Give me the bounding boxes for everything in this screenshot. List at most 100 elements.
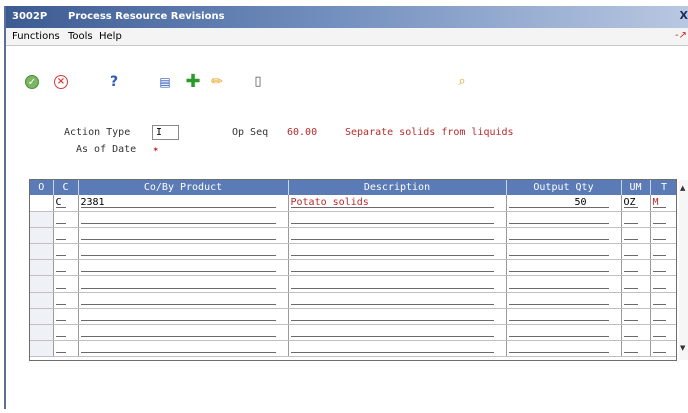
cell-col-um[interactable] <box>621 292 651 309</box>
header-col-c[interactable]: C <box>53 180 79 195</box>
question-icon: ? <box>109 74 119 90</box>
cell-col-product[interactable] <box>78 259 289 277</box>
restore-icon[interactable]: -↗ <box>675 30 687 41</box>
cell-col-c[interactable] <box>53 243 79 261</box>
menu-help[interactable]: Help <box>99 31 122 42</box>
cell-col-c[interactable] <box>53 275 79 293</box>
cell-col-description[interactable] <box>288 308 507 326</box>
as-of-date-label: As of Date <box>76 144 137 155</box>
help-button[interactable]: ? <box>105 73 123 91</box>
cell-col-product[interactable] <box>78 275 289 293</box>
header-col-o[interactable]: O <box>30 180 54 195</box>
cell-col-t[interactable] <box>650 324 676 342</box>
table-row[interactable] <box>30 243 676 261</box>
cell-col-description[interactable] <box>288 275 507 293</box>
add-button[interactable]: ✚ <box>184 73 202 91</box>
cell-col-um[interactable] <box>621 243 651 261</box>
cell-col-um[interactable] <box>621 211 651 228</box>
cell-col-c[interactable] <box>53 308 79 326</box>
cell-col-description[interactable] <box>288 227 507 245</box>
cell-col-um[interactable] <box>621 324 651 342</box>
cell-col-c[interactable] <box>53 259 79 277</box>
cell-col-output-qty[interactable] <box>506 227 622 245</box>
cell-col-c[interactable] <box>53 324 79 342</box>
cell-col-output-qty[interactable] <box>506 340 622 358</box>
cell-col-output-qty[interactable] <box>506 243 622 261</box>
scroll-up-icon[interactable]: ▲ <box>680 184 685 192</box>
cell-col-description[interactable] <box>288 243 507 261</box>
cell-col-um[interactable] <box>621 275 651 293</box>
delete-button[interactable]: ▯ <box>249 73 267 91</box>
cell-col-output-qty[interactable] <box>506 259 622 277</box>
cell-col-c[interactable] <box>53 340 79 358</box>
header-col-description[interactable]: Description <box>288 180 507 195</box>
table-row[interactable]: C 2381 Potato solids 50 OZ M <box>30 195 676 212</box>
cell-col-product[interactable] <box>78 227 289 245</box>
cell-col-c[interactable]: C <box>53 195 79 212</box>
cell-col-description[interactable] <box>288 292 507 309</box>
scroll-down-icon[interactable]: ▼ <box>680 344 685 352</box>
op-seq-description: Separate solids from liquids <box>345 127 514 138</box>
cell-col-description[interactable]: Potato solids <box>288 195 507 212</box>
cell-col-output-qty[interactable] <box>506 275 622 293</box>
cell-col-o <box>30 259 54 277</box>
table-row[interactable] <box>30 324 676 342</box>
table-row[interactable] <box>30 227 676 245</box>
menu-tools[interactable]: Tools <box>68 31 93 42</box>
close-icon[interactable]: X <box>680 9 688 22</box>
table-row[interactable] <box>30 308 676 326</box>
application-window: 3002P Process Resource Revisions X Funct… <box>4 6 688 409</box>
cell-col-t[interactable] <box>650 259 676 277</box>
header-col-um[interactable]: UM <box>621 180 651 195</box>
cell-col-product[interactable] <box>78 340 289 358</box>
table-row[interactable] <box>30 292 676 309</box>
header-col-output-qty[interactable]: Output Qty <box>506 180 622 195</box>
table-row[interactable] <box>30 340 676 358</box>
cell-col-um[interactable] <box>621 227 651 245</box>
cell-col-t[interactable] <box>650 227 676 245</box>
cell-col-t[interactable] <box>650 243 676 261</box>
cell-col-output-qty[interactable] <box>506 324 622 342</box>
grid-scrollbar[interactable]: ▲ ▼ <box>679 180 688 360</box>
cell-col-c[interactable] <box>53 292 79 309</box>
cell-col-output-qty[interactable] <box>506 308 622 326</box>
cell-col-product[interactable] <box>78 243 289 261</box>
cell-col-product[interactable]: 2381 <box>78 195 289 212</box>
cell-col-product[interactable] <box>78 292 289 309</box>
table-row[interactable] <box>30 259 676 277</box>
cell-col-description[interactable] <box>288 211 507 228</box>
edit-button[interactable]: ✏ <box>208 73 226 91</box>
cell-col-output-qty[interactable]: 50 <box>506 195 622 212</box>
cell-col-product[interactable] <box>78 211 289 228</box>
header-col-t[interactable]: T <box>650 180 676 195</box>
cell-col-product[interactable] <box>78 324 289 342</box>
cell-col-t[interactable] <box>650 292 676 309</box>
cancel-button[interactable]: × <box>52 73 70 91</box>
cell-col-um[interactable] <box>621 340 651 358</box>
cell-col-um[interactable] <box>621 308 651 326</box>
cell-col-description[interactable] <box>288 259 507 277</box>
columns-button[interactable]: ▤ <box>156 73 174 91</box>
cell-col-c[interactable] <box>53 227 79 245</box>
cell-col-t[interactable] <box>650 275 676 293</box>
header-col-product[interactable]: Co/By Product <box>78 180 289 195</box>
cell-col-um[interactable]: OZ <box>621 195 651 212</box>
cell-col-um[interactable] <box>621 259 651 277</box>
table-row[interactable] <box>30 275 676 293</box>
cell-col-t[interactable] <box>650 340 676 358</box>
magnifier-icon: ⌕ <box>458 74 466 89</box>
cell-col-description[interactable] <box>288 340 507 358</box>
menu-functions[interactable]: Functions <box>12 31 60 42</box>
cell-col-t[interactable] <box>650 308 676 326</box>
cell-col-t[interactable] <box>650 211 676 228</box>
cell-col-t[interactable]: M <box>650 195 676 212</box>
action-type-field[interactable]: I <box>152 125 179 140</box>
cell-col-c[interactable] <box>53 211 79 228</box>
ok-button[interactable]: ✓ <box>23 73 41 91</box>
find-button[interactable]: ⌕ <box>453 73 471 91</box>
cell-col-output-qty[interactable] <box>506 292 622 309</box>
cell-col-product[interactable] <box>78 308 289 326</box>
cell-col-output-qty[interactable] <box>506 211 622 228</box>
cell-col-description[interactable] <box>288 324 507 342</box>
table-row[interactable] <box>30 211 676 228</box>
